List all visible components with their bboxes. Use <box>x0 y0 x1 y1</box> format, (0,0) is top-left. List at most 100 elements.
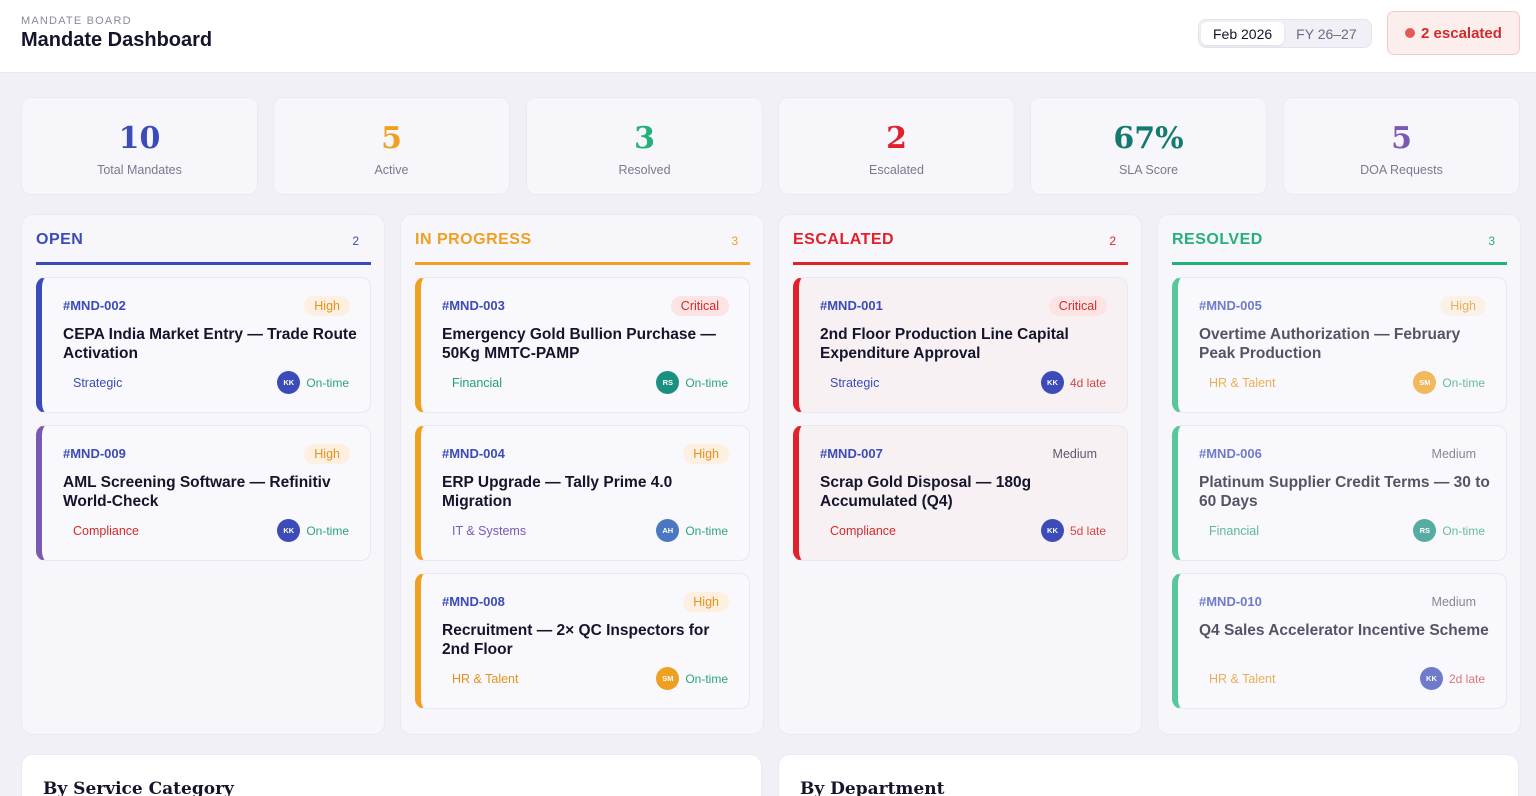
department-title: By Department <box>800 779 945 796</box>
priority-badge: High <box>304 296 350 316</box>
owner-info: SM On-time <box>1413 371 1485 394</box>
mandate-title: CEPA India Market Entry — Trade Route Ac… <box>63 326 357 362</box>
column-escalated: ESCALATED 2 #MND-001 Critical 2nd Floor Prod… <box>778 214 1142 735</box>
sla-status: On-time <box>1442 375 1485 390</box>
category-tag: Financial <box>452 376 503 390</box>
avatar: KK <box>277 371 301 394</box>
stat-label: Resolved <box>618 163 671 177</box>
category-tag: Strategic <box>73 376 123 390</box>
stat-card: 3 Resolved <box>526 97 763 195</box>
mandate-id: #MND-007 <box>820 446 883 461</box>
column-header: RESOLVED 3 <box>1172 231 1507 265</box>
brand-subtitle: MANDATE BOARD <box>21 15 132 27</box>
stat-value: 5 <box>1391 121 1412 156</box>
sla-status: On-time <box>1442 523 1485 538</box>
avatar: KK <box>1040 519 1064 542</box>
column-title: IN PROGRESS <box>415 231 532 248</box>
mandate-title: Scrap Gold Disposal — 180g Accumulated (… <box>820 474 1032 510</box>
category-tag: HR & Talent <box>1209 672 1276 686</box>
avatar: RS <box>656 371 680 394</box>
mandate-id: #MND-010 <box>1199 594 1262 609</box>
service-category-title: By Service Category <box>43 779 234 796</box>
mandate-card[interactable]: #MND-007 Medium Scrap Gold Disposal — 180g… <box>793 425 1128 561</box>
owner-info: AH On-time <box>656 519 728 542</box>
mandate-id: #MND-002 <box>63 298 126 313</box>
mandate-title: AML Screening Software — Refinitiv World… <box>63 474 331 510</box>
mandate-card[interactable]: #MND-009 High AML Screening Software — Ref… <box>36 425 371 561</box>
category-tag: Compliance <box>73 524 140 538</box>
period-toggle: Feb 2026 FY 26–27 <box>1198 19 1372 48</box>
priority-badge: High <box>304 444 350 464</box>
service-category-panel: By Service Category <box>21 754 762 796</box>
column-count: 3 <box>1488 234 1495 248</box>
sla-status: On-time <box>685 523 728 538</box>
category-tag: HR & Talent <box>1209 376 1276 390</box>
owner-info: RS On-time <box>656 371 728 394</box>
priority-badge: Medium <box>1052 447 1097 461</box>
sla-status: On-time <box>306 523 349 538</box>
mandate-card[interactable]: #MND-006 Medium Platinum Supplier Credit T… <box>1172 425 1507 561</box>
mandate-id: #MND-005 <box>1199 298 1262 313</box>
column-count: 2 <box>1109 234 1116 248</box>
mandate-title: ERP Upgrade — Tally Prime 4.0 Migration <box>442 474 673 510</box>
alert-dot-icon <box>1405 28 1416 38</box>
avatar: SM <box>1413 371 1437 394</box>
owner-info: KK On-time <box>277 519 349 542</box>
column-resolved: RESOLVED 3 #MND-005 High Overtime Authorizat… <box>1157 214 1521 735</box>
priority-badge: Critical <box>1048 296 1107 316</box>
mandate-card[interactable]: #MND-003 Critical Emergency Gold Bullion P… <box>415 277 750 413</box>
mandate-card[interactable]: #MND-010 Medium Q4 Sales Accelerator Incen… <box>1172 573 1507 709</box>
owner-info: KK On-time <box>277 371 349 394</box>
priority-badge: High <box>683 444 729 464</box>
column-header: OPEN 2 <box>36 231 371 265</box>
stat-label: Total Mandates <box>97 163 182 177</box>
priority-badge: Medium <box>1431 595 1476 609</box>
department-panel: By Department <box>778 754 1519 796</box>
category-tag: Compliance <box>830 524 897 538</box>
stat-card: 10 Total Mandates <box>21 97 258 195</box>
column-count: 3 <box>731 234 738 248</box>
category-tag: Financial <box>1209 524 1260 538</box>
sla-status: On-time <box>685 671 728 686</box>
avatar: KK <box>1419 667 1443 690</box>
owner-info: SM On-time <box>656 667 728 690</box>
owner-info: KK 2d late <box>1419 667 1485 690</box>
stat-value: 2 <box>886 121 907 156</box>
column-open: OPEN 2 #MND-002 High CEPA India Market Entry… <box>21 214 385 735</box>
avatar: SM <box>656 667 680 690</box>
stat-value: 10 <box>118 121 161 156</box>
mandate-card[interactable]: #MND-008 High Recruitment — 2× QC Inspecto… <box>415 573 750 709</box>
mandate-id: #MND-006 <box>1199 446 1262 461</box>
mandate-id: #MND-001 <box>820 298 883 313</box>
stat-value: 67% <box>1113 121 1184 156</box>
escalated-badge[interactable]: 2 escalated <box>1387 11 1520 55</box>
period-option-fiscal-year[interactable]: FY 26–27 <box>1284 22 1368 45</box>
column-count: 2 <box>352 234 359 248</box>
category-tag: HR & Talent <box>452 672 519 686</box>
category-tag: Strategic <box>830 376 880 390</box>
priority-badge: High <box>683 592 729 612</box>
mandate-card[interactable]: #MND-002 High CEPA India Market Entry — Tr… <box>36 277 371 413</box>
mandate-card[interactable]: #MND-004 High ERP Upgrade — Tally Prime 4.… <box>415 425 750 561</box>
mandate-card[interactable]: #MND-001 Critical 2nd Floor Production Lin… <box>793 277 1128 413</box>
column-header: ESCALATED 2 <box>793 231 1128 265</box>
column-in-progress: IN PROGRESS 3 #MND-003 Critical Emergency Go… <box>400 214 764 735</box>
owner-info: KK 5d late <box>1040 519 1106 542</box>
avatar: RS <box>1413 519 1437 542</box>
mandate-title: Platinum Supplier Credit Terms — 30 to 6… <box>1199 474 1490 510</box>
mandate-card[interactable]: #MND-005 High Overtime Authorization — Feb… <box>1172 277 1507 413</box>
column-title: OPEN <box>36 231 84 248</box>
period-option-month[interactable]: Feb 2026 <box>1201 22 1285 45</box>
mandate-title: Recruitment — 2× QC Inspectors for 2nd F… <box>442 622 710 658</box>
stat-label: DOA Requests <box>1360 163 1443 177</box>
stat-card: 67% SLA Score <box>1030 97 1267 195</box>
mandate-id: #MND-009 <box>63 446 126 461</box>
sla-status: 4d late <box>1069 375 1106 390</box>
stat-label: Escalated <box>869 163 924 177</box>
mandate-id: #MND-008 <box>442 594 505 609</box>
top-bar: MANDATE BOARD Mandate Dashboard Feb 2026… <box>0 0 1536 73</box>
stats-row: 10 Total Mandates 5 Active 3 Resolved 2 Escalat… <box>21 97 1520 195</box>
stat-card: 5 DOA Requests <box>1283 97 1520 195</box>
category-tag: IT & Systems <box>452 524 527 538</box>
mandate-title: Q4 Sales Accelerator Incentive Scheme <box>1199 622 1489 639</box>
